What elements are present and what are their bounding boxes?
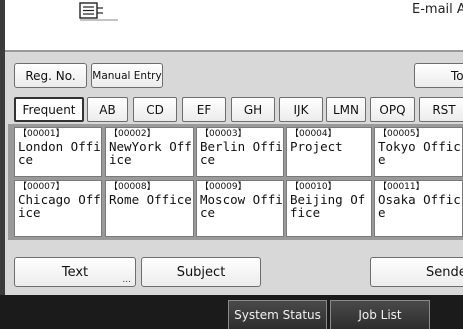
destination-key[interactable]: 【00007】 Chicago Office [14, 180, 102, 237]
tab-opq[interactable]: OPQ [370, 97, 415, 122]
destination-name: Berlin Office [200, 139, 283, 167]
subject-button[interactable]: Subject [141, 257, 261, 287]
reg-no-button[interactable]: Reg. No. [14, 63, 87, 88]
to-button[interactable]: To [414, 63, 463, 88]
destination-key[interactable]: 【00010】 Beijing Office [286, 180, 372, 237]
tab-rst[interactable]: RST [419, 97, 463, 122]
job-list-button[interactable]: Job List [330, 300, 430, 329]
document-icon [79, 2, 118, 21]
header-area: E-mail A [0, 0, 463, 52]
tab-ef[interactable]: EF [182, 97, 226, 122]
tab-gh[interactable]: GH [231, 97, 275, 122]
sender-name-button[interactable]: Sender N [370, 257, 463, 287]
more-indicator: ... [122, 275, 131, 285]
left-edge-strip [0, 0, 5, 295]
tab-ab[interactable]: AB [87, 97, 128, 122]
destination-name: Tokyo Office [378, 139, 461, 167]
tab-frequent[interactable]: Frequent [14, 97, 84, 122]
email-address-label: E-mail A [412, 2, 463, 17]
destination-name: Osaka Office [378, 192, 461, 220]
destination-name: Moscow Office [200, 192, 283, 220]
destination-key[interactable]: 【00005】 Tokyo Office [374, 127, 463, 177]
tab-lmn[interactable]: LMN [326, 97, 366, 122]
destination-name: NewYork Office [109, 139, 192, 167]
destination-name: Project [290, 139, 343, 154]
destination-key[interactable]: 【00009】 Moscow Office [196, 180, 284, 237]
destination-key[interactable]: 【00004】 Project [286, 127, 372, 177]
destination-name: Rome Office [109, 192, 192, 207]
destination-key[interactable]: 【00002】 NewYork Office [105, 127, 194, 177]
scan-destination-screen: E-mail A Reg. No. Manual Entry To Freque… [0, 0, 463, 329]
manual-entry-button[interactable]: Manual Entry [91, 63, 163, 88]
destination-name: London Office [18, 139, 101, 167]
tab-ijk[interactable]: IJK [279, 97, 323, 122]
destination-key[interactable]: 【00011】 Osaka Office [374, 180, 463, 237]
destination-key[interactable]: 【00008】 Rome Office [105, 180, 194, 237]
destination-name: Chicago Office [18, 192, 101, 220]
text-button-label: Text [61, 264, 89, 280]
text-button[interactable]: Text ... [14, 257, 136, 287]
tab-cd[interactable]: CD [133, 97, 177, 122]
destination-key[interactable]: 【00001】 London Office [14, 127, 102, 177]
destination-key[interactable]: 【00003】 Berlin Office [196, 127, 284, 177]
destination-name: Beijing Office [290, 192, 366, 220]
system-status-button[interactable]: System Status [228, 300, 327, 329]
